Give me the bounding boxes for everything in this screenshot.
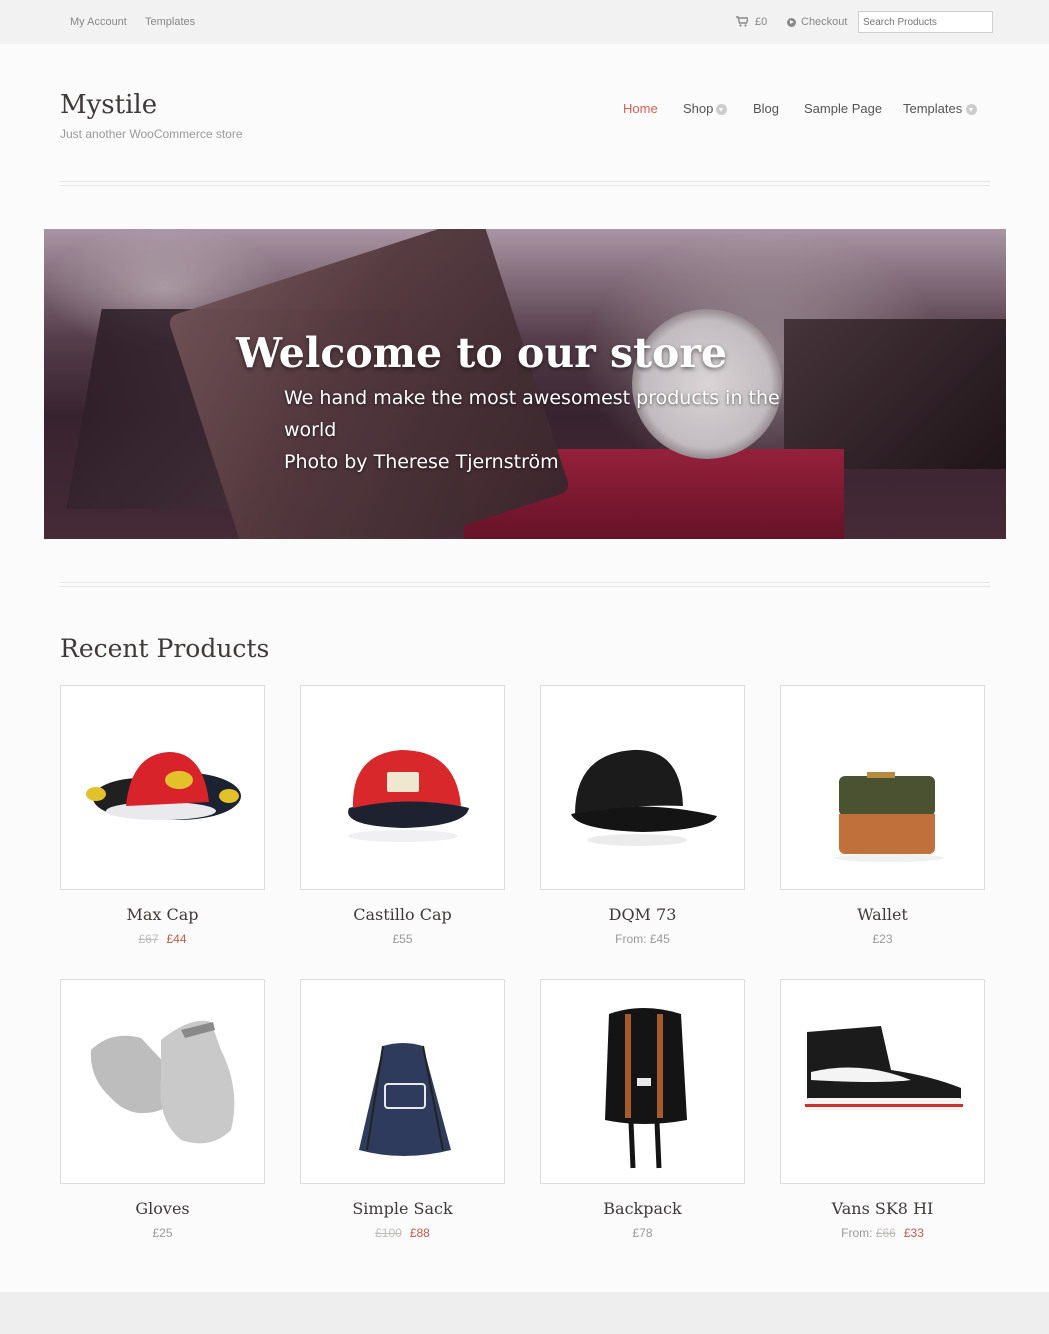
sale-price: £88 <box>409 1226 430 1240</box>
product-price: £67 £44 <box>60 932 265 946</box>
nav-item-templates[interactable]: Templates <box>903 101 962 116</box>
footer <box>0 1292 1049 1334</box>
product-image[interactable] <box>780 979 985 1184</box>
cap-icon <box>571 749 717 846</box>
product-name[interactable]: Gloves <box>60 1199 265 1218</box>
cart-icon[interactable] <box>736 16 748 27</box>
shoe-icon <box>805 1026 963 1110</box>
product-price: £100 £88 <box>300 1226 505 1240</box>
chevron-down-icon[interactable] <box>716 104 727 115</box>
sack-icon <box>359 1043 451 1156</box>
product-price: £55 <box>392 932 413 946</box>
old-price: £100 <box>375 1226 402 1240</box>
product-image[interactable] <box>300 979 505 1184</box>
product-name[interactable]: Vans SK8 HI <box>780 1199 985 1218</box>
product-name[interactable]: DQM 73 <box>540 905 745 924</box>
hero-subtitle: world <box>284 419 337 441</box>
product-price: From: £45 <box>615 932 670 946</box>
nav-item-blog[interactable]: Blog <box>753 101 779 116</box>
product-image[interactable] <box>60 685 265 890</box>
product-price: £25 <box>152 1226 173 1240</box>
checkout-arrow-icon <box>787 18 796 27</box>
product-name[interactable]: Max Cap <box>60 905 265 924</box>
search-input[interactable] <box>858 11 993 33</box>
header-divider <box>60 181 990 186</box>
product-image[interactable] <box>60 979 265 1184</box>
site-tagline: Just another WooCommerce store <box>60 127 243 141</box>
nav-item-home[interactable]: Home <box>623 101 658 116</box>
section-divider <box>60 582 990 587</box>
product-image[interactable] <box>540 685 745 890</box>
backpack-icon <box>605 1008 687 1169</box>
product-name[interactable]: Wallet <box>780 905 985 924</box>
product-price: £23 <box>872 932 893 946</box>
old-price: £67 <box>138 932 159 946</box>
nav-item-shop[interactable]: Shop <box>683 101 713 116</box>
cap-icon <box>348 750 469 842</box>
recent-products-heading: Recent Products <box>60 634 270 663</box>
product-price: £78 <box>632 1226 653 1240</box>
hero-banner: Welcome to our store We hand make the mo… <box>44 229 1006 539</box>
product-image[interactable] <box>540 979 745 1184</box>
product-image[interactable] <box>780 685 985 890</box>
chevron-down-icon[interactable] <box>966 104 977 115</box>
product-name[interactable]: Castillo Cap <box>300 905 505 924</box>
price-prefix: From: <box>841 1226 873 1240</box>
checkout-link[interactable]: Checkout <box>801 16 847 28</box>
product-price: From: £66 £33 <box>780 1226 985 1240</box>
product-name[interactable]: Simple Sack <box>300 1199 505 1218</box>
cart-total-link[interactable]: £0 <box>755 16 767 28</box>
site-title[interactable]: Mystile <box>60 90 157 120</box>
sale-price: £33 <box>903 1226 924 1240</box>
product-image[interactable] <box>300 685 505 890</box>
wallet-icon <box>834 772 944 862</box>
old-price: £66 <box>875 1226 896 1240</box>
templates-link[interactable]: Templates <box>145 16 195 28</box>
sale-price: £44 <box>166 932 187 946</box>
my-account-link[interactable]: My Account <box>70 16 127 28</box>
cap-icon <box>86 752 241 820</box>
product-name[interactable]: Backpack <box>540 1199 745 1218</box>
top-bar: My Account Templates £0 Checkout <box>0 0 1049 44</box>
hero-photo-credit: Photo by Therese Tjernström <box>284 451 559 473</box>
gloves-icon <box>90 1020 235 1144</box>
nav-item-sample-page[interactable]: Sample Page <box>804 101 882 116</box>
hero-title: Welcome to our store <box>236 329 728 377</box>
hero-subtitle: We hand make the most awesomest products… <box>284 387 780 409</box>
